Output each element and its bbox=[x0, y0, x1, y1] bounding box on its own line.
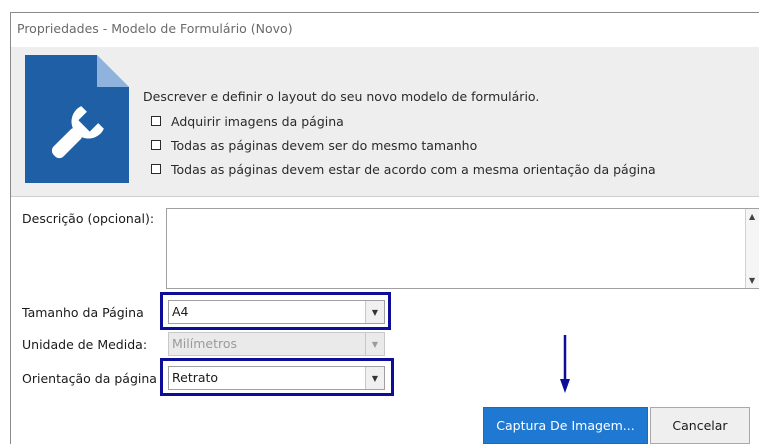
option-label: Todas as páginas devem estar de acordo c… bbox=[171, 161, 656, 177]
capture-image-button[interactable]: Captura De Imagem... bbox=[483, 407, 648, 444]
window-title: Propriedades - Modelo de Formulário (Nov… bbox=[17, 21, 293, 36]
option-label: Todas as páginas devem ser do mesmo tama… bbox=[171, 137, 478, 153]
checkbox-icon bbox=[151, 164, 161, 174]
description-label: Descrição (opcional): bbox=[22, 211, 155, 226]
chevron-down-icon: ▼ bbox=[365, 333, 384, 355]
textarea-scrollbar[interactable]: ▲ ▼ bbox=[745, 209, 759, 288]
option-label: Adquirir imagens da página bbox=[171, 113, 344, 129]
unit-value: Milímetros bbox=[172, 336, 237, 351]
properties-dialog: Propriedades - Modelo de Formulário (Nov… bbox=[10, 12, 759, 444]
highlight-page-size bbox=[160, 292, 391, 330]
option-item: Todas as páginas devem ser do mesmo tama… bbox=[151, 133, 656, 157]
highlight-orientation bbox=[160, 358, 394, 396]
description-textarea[interactable]: ▲ ▼ bbox=[166, 208, 759, 289]
options-list: Adquirir imagens da página Todas as pági… bbox=[151, 109, 656, 181]
checkbox-icon bbox=[151, 140, 161, 150]
orientation-label: Orientação da página bbox=[22, 371, 157, 386]
page-size-label: Tamanho da Página bbox=[22, 305, 144, 320]
checkbox-icon bbox=[151, 116, 161, 126]
unit-select: Milímetros ▼ bbox=[168, 332, 385, 356]
cancel-button[interactable]: Cancelar bbox=[650, 407, 750, 444]
unit-label: Unidade de Medida: bbox=[22, 337, 148, 352]
scroll-up-icon[interactable]: ▲ bbox=[749, 212, 755, 221]
option-item: Todas as páginas devem estar de acordo c… bbox=[151, 157, 656, 181]
option-item: Adquirir imagens da página bbox=[151, 109, 656, 133]
scroll-down-icon[interactable]: ▼ bbox=[749, 276, 755, 285]
annotation-arrow-icon bbox=[560, 335, 570, 393]
header-panel: Descrever e definir o layout do seu novo… bbox=[11, 47, 759, 197]
header-description: Descrever e definir o layout do seu novo… bbox=[143, 89, 540, 104]
document-wrench-icon bbox=[25, 55, 129, 183]
